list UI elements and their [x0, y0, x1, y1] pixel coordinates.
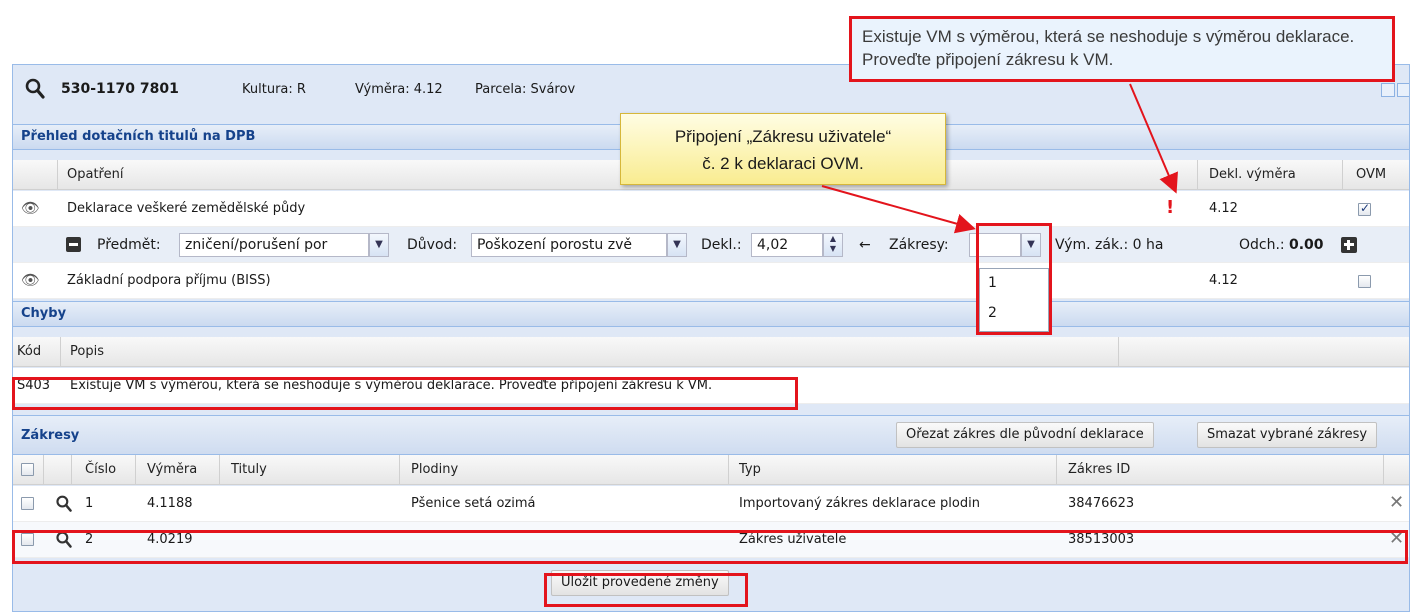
blue-callout: Existuje VM s výměrou, která se neshoduj… [849, 16, 1395, 82]
delete-row-icon[interactable]: ✕ [1389, 492, 1404, 513]
stepper-icon[interactable]: ▲ ▼ [823, 233, 843, 257]
trim-drawing-button[interactable]: Ořezat zákres dle původní deklarace [896, 422, 1154, 448]
cell-cislo: 1 [85, 496, 94, 511]
title-name: Deklarace veškeré zemědělské půdy [67, 201, 306, 216]
magnifier-icon[interactable] [55, 531, 73, 549]
errors-grid-header: Kód Popis [13, 337, 1409, 367]
kultura-label: Kultura: R [242, 82, 306, 97]
detail-row: Předmět: zničení/porušení por ▼ Důvod: P… [13, 227, 1409, 263]
minimize-icon[interactable] [1381, 83, 1395, 97]
section-title: Chyby [21, 306, 67, 321]
chevron-down-icon[interactable]: ▼ [369, 233, 389, 257]
cell-zakres-id: 38513003 [1068, 532, 1135, 547]
errors-section-header[interactable]: Chyby [13, 301, 1409, 327]
odch-value: 0.00 [1289, 237, 1324, 253]
drawing-row[interactable]: 1 4.1188 Pšenice setá ozimá Importovaný … [13, 486, 1409, 522]
cell-vymera: 4.1188 [147, 496, 193, 511]
title-row[interactable]: 👁 Základní podpora příjmu (BISS) 4.12 [13, 263, 1409, 299]
arrow-left-icon: ← [859, 237, 871, 253]
cell-zakres-id: 38476623 [1068, 496, 1135, 511]
title-name: Základní podpora příjmu (BISS) [67, 273, 271, 288]
zakresy-label: Zákresy: [889, 237, 949, 253]
col-ovm[interactable]: OVM [1356, 167, 1386, 182]
title-dekl: 4.12 [1209, 273, 1238, 288]
dekl-label: Dekl.: [701, 237, 742, 253]
row-checkbox[interactable] [21, 533, 34, 546]
ovm-checkbox[interactable] [1358, 275, 1371, 288]
cell-typ: Importovaný zákres deklarace plodin [739, 496, 980, 511]
col-opatreni[interactable]: Opatření [67, 167, 123, 182]
drawings-section-header: Zákresy Ořezat zákres dle původní deklar… [13, 415, 1409, 455]
col-plodiny[interactable]: Plodiny [411, 462, 458, 477]
cell-cislo: 2 [85, 532, 94, 547]
vym-zak: Vým. zák.: 0 ha [1055, 237, 1164, 253]
duvod-select[interactable]: Poškození porostu zvě [471, 233, 667, 257]
predmet-select[interactable]: zničení/porušení por [179, 233, 369, 257]
select-all-checkbox[interactable] [21, 463, 34, 476]
parcel-code: 530-1170 7801 [61, 81, 179, 97]
error-text: Existuje VM s výměrou, která se neshoduj… [70, 378, 713, 393]
section-title: Přehled dotačních titulů na DPB [21, 129, 256, 144]
row-checkbox[interactable] [21, 497, 34, 510]
col-tituly[interactable]: Tituly [231, 462, 267, 477]
dropdown-option[interactable]: 1 [988, 275, 997, 291]
drawing-row[interactable]: 2 4.0219 Zákres uživatele 38513003 ✕ [13, 522, 1409, 558]
eye-hidden-icon[interactable]: 👁 [21, 199, 40, 217]
eye-hidden-icon[interactable]: 👁 [21, 271, 40, 289]
cell-vymera: 4.0219 [147, 532, 193, 547]
magnifier-icon[interactable] [25, 78, 45, 100]
cell-plodiny: Pšenice setá ozimá [411, 496, 536, 511]
chevron-down-icon[interactable]: ▼ [1021, 233, 1041, 257]
add-icon[interactable] [1341, 237, 1357, 253]
callout-line: č. 2 k deklaraci OVM. [702, 154, 864, 173]
error-row[interactable]: S403 Existuje VM s výměrou, která se nes… [13, 368, 1409, 404]
col-zakres-id[interactable]: Zákres ID [1068, 462, 1130, 477]
drawings-grid-header: Číslo Výměra Tituly Plodiny Typ Zákres I… [13, 455, 1409, 485]
collapse-icon[interactable] [66, 237, 81, 252]
delete-row-icon[interactable]: ✕ [1389, 528, 1404, 549]
col-popis[interactable]: Popis [70, 344, 104, 359]
dropdown-option[interactable]: 2 [988, 305, 997, 321]
col-dekl-vymera[interactable]: Dekl. výměra [1209, 167, 1296, 182]
yellow-callout: Připojení „Zákresu uživatele“ č. 2 k dek… [620, 113, 946, 185]
col-typ[interactable]: Typ [739, 462, 761, 477]
magnifier-icon[interactable] [55, 495, 73, 513]
warning-icon: ! [1166, 197, 1175, 218]
close-window-icon[interactable] [1397, 83, 1409, 97]
title-dekl: 4.12 [1209, 201, 1238, 216]
dekl-input[interactable]: 4,02 [751, 233, 823, 257]
delete-drawings-button[interactable]: Smazat vybrané zákresy [1197, 422, 1378, 448]
parcela-label: Parcela: Svárov [475, 82, 576, 97]
odch-label: Odch.: [1239, 237, 1285, 253]
error-code: S403 [17, 378, 51, 393]
save-changes-button[interactable]: Uložit provedené změny [551, 570, 729, 596]
vymera-label: Výměra: 4.12 [355, 82, 443, 97]
chevron-down-icon[interactable]: ▼ [667, 233, 687, 257]
col-kod[interactable]: Kód [17, 344, 41, 359]
col-vymera[interactable]: Výměra [147, 462, 197, 477]
title-row[interactable]: 👁 Deklarace veškeré zemědělské půdy ! 4.… [13, 191, 1409, 227]
section-title: Zákresy [21, 428, 80, 443]
predmet-label: Předmět: [97, 237, 161, 253]
zakresy-select[interactable] [969, 233, 1021, 257]
ovm-checkbox[interactable] [1358, 201, 1371, 216]
duvod-label: Důvod: [407, 237, 458, 253]
zakresy-dropdown-list: 1 2 [979, 268, 1049, 332]
col-cislo[interactable]: Číslo [85, 462, 116, 477]
callout-line: Připojení „Zákresu uživatele“ [674, 127, 892, 146]
cell-typ: Zákres uživatele [739, 532, 847, 547]
